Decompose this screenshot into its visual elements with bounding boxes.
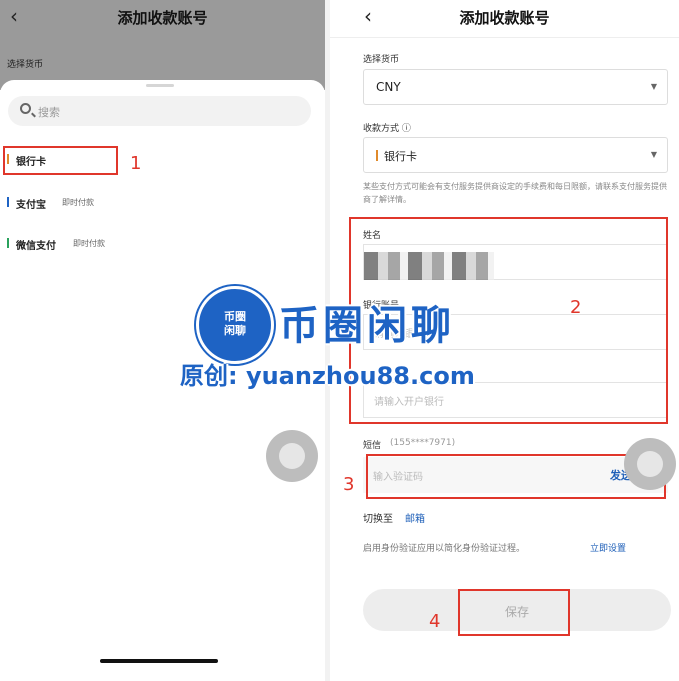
option-alipay[interactable]: 支付宝 即时付款 (7, 194, 207, 211)
authenticator-text: 启用身份验证应用以简化身份验证过程。 (363, 544, 526, 554)
alipay-marker (7, 197, 9, 207)
caret-down-icon: ▼ (650, 150, 657, 159)
method-value: 银行卡 (384, 150, 417, 163)
annotation-number-1: 1 (130, 153, 142, 174)
dimmed-header: ‹ 添加收款账号 选择货币 (0, 0, 325, 90)
search-input[interactable]: 搜索 (8, 96, 311, 126)
home-indicator (100, 659, 218, 663)
option-wechat-pay[interactable]: 微信支付 即时付款 (7, 235, 207, 252)
method-label: 收款方式 ⓘ (363, 124, 411, 134)
watermark-url: 原创: yuanzhou88.com (180, 362, 475, 390)
left-screen: ‹ 添加收款账号 选择货币 搜索 银行卡 支付宝 即时付款 微信支付 即时付款 … (0, 0, 325, 681)
floating-assist-button[interactable] (266, 430, 318, 482)
watermark-brand: 币圈闲聊 (279, 303, 455, 349)
watermark-logo-line: 币圈 (224, 310, 246, 323)
annotation-number-2: 2 (570, 297, 582, 318)
option-tag: 即时付款 (73, 239, 105, 248)
annotation-box-1 (3, 146, 118, 175)
sms-label: 短信 (363, 441, 382, 451)
option-tag: 即时付款 (62, 198, 94, 207)
switch-label: 切换至 (363, 514, 393, 525)
annotation-number-4: 4 (429, 611, 441, 632)
page-title: 添加收款账号 (459, 9, 550, 27)
search-icon (20, 103, 31, 114)
caret-down-icon: ▼ (650, 82, 657, 91)
currency-select[interactable]: CNY ▼ (363, 69, 668, 105)
header-divider (330, 37, 679, 38)
option-label: 支付宝 (16, 200, 46, 211)
wechat-marker (7, 238, 9, 248)
sheet-handle[interactable] (146, 84, 174, 87)
annotation-number-3: 3 (343, 474, 355, 495)
watermark-logo-text: 币圈 闲聊 (199, 310, 271, 338)
option-label: 微信支付 (16, 241, 56, 252)
search-placeholder: 搜索 (38, 106, 60, 119)
fee-help-text: 某些支付方式可能会有支付服务提供商设定的手续费和每日限额，请联系支付服务提供商了… (363, 182, 667, 204)
floating-assist-button[interactable] (624, 438, 676, 490)
payment-method-select[interactable]: 银行卡 ▼ (363, 137, 668, 173)
sms-phone: (155****7971) (390, 438, 456, 448)
bank-card-marker (376, 150, 378, 161)
currency-label: 选择货币 (7, 60, 44, 70)
page-title: 添加收款账号 (117, 9, 208, 27)
annotation-box-3 (366, 454, 666, 499)
annotation-box-4 (458, 589, 570, 636)
currency-label: 选择货币 (363, 55, 400, 65)
setup-now-link[interactable]: 立即设置 (590, 541, 626, 554)
switch-email-link[interactable]: 邮箱 (405, 510, 425, 525)
watermark-logo: 币圈 闲聊 (196, 286, 274, 364)
currency-value: CNY (376, 80, 401, 94)
watermark-logo-line: 闲聊 (224, 324, 246, 337)
